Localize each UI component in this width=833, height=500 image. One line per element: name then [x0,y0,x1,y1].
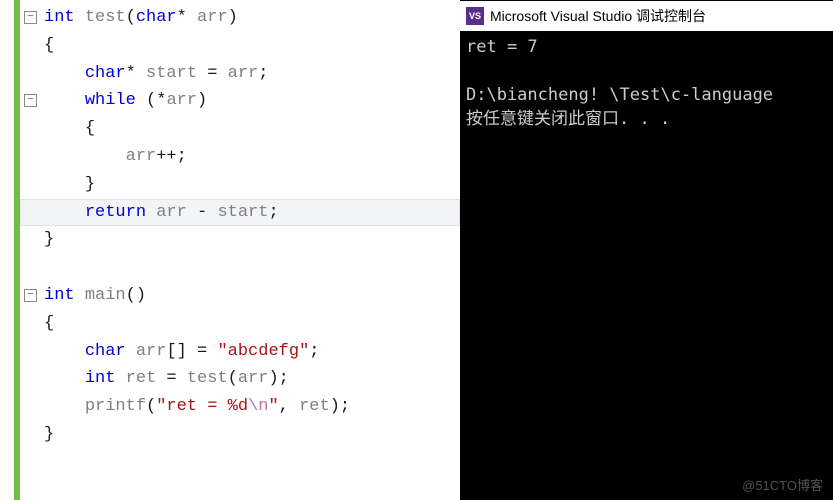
code-text: { [44,314,54,333]
code-line[interactable]: return arr - start; [20,199,460,227]
code-text: char arr[] = "abcdefg"; [44,342,319,361]
code-line[interactable]: { [20,32,460,60]
code-area[interactable]: −int test(char* arr){ char* start = arr;… [20,0,460,449]
console-titlebar[interactable]: VS Microsoft Visual Studio 调试控制台 [460,1,833,31]
code-text: int main() [44,286,146,305]
code-line[interactable]: printf("ret = %d\n", ret); [20,393,460,421]
fold-toggle-icon[interactable]: − [24,11,37,24]
code-line[interactable]: −int test(char* arr) [20,4,460,32]
code-text: return arr - start; [44,203,279,222]
fold-toggle-icon[interactable]: − [24,289,37,302]
console-window: VS Microsoft Visual Studio 调试控制台 ret = 7… [460,0,833,500]
console-title-text: Microsoft Visual Studio 调试控制台 [490,6,706,26]
code-line[interactable]: } [20,226,460,254]
code-line[interactable]: } [20,171,460,199]
code-line[interactable]: int ret = test(arr); [20,365,460,393]
code-text: while (*arr) [44,91,207,110]
code-line[interactable]: { [20,310,460,338]
code-text: int test(char* arr) [44,8,238,27]
code-text: int ret = test(arr); [44,369,289,388]
code-text: printf("ret = %d\n", ret); [44,397,350,416]
fold-toggle-icon[interactable]: − [24,94,37,107]
code-line[interactable]: } [20,421,460,449]
code-text: arr++; [44,147,187,166]
code-text: { [44,36,54,55]
code-text: } [44,230,54,249]
code-line[interactable]: char arr[] = "abcdefg"; [20,338,460,366]
code-line[interactable]: char* start = arr; [20,60,460,88]
console-output: ret = 7 D:\biancheng! \Test\c-language 按… [460,31,833,500]
code-line[interactable]: arr++; [20,143,460,171]
code-line[interactable]: − while (*arr) [20,87,460,115]
code-text: } [44,425,54,444]
code-line[interactable]: −int main() [20,282,460,310]
code-editor-pane[interactable]: −int test(char* arr){ char* start = arr;… [0,0,460,500]
watermark: @51CTO博客 [742,475,823,494]
vs-icon: VS [466,7,484,25]
code-text: char* start = arr; [44,64,268,83]
code-line[interactable] [20,254,460,282]
code-text: { [44,119,95,138]
code-text: } [44,175,95,194]
code-line[interactable]: { [20,115,460,143]
